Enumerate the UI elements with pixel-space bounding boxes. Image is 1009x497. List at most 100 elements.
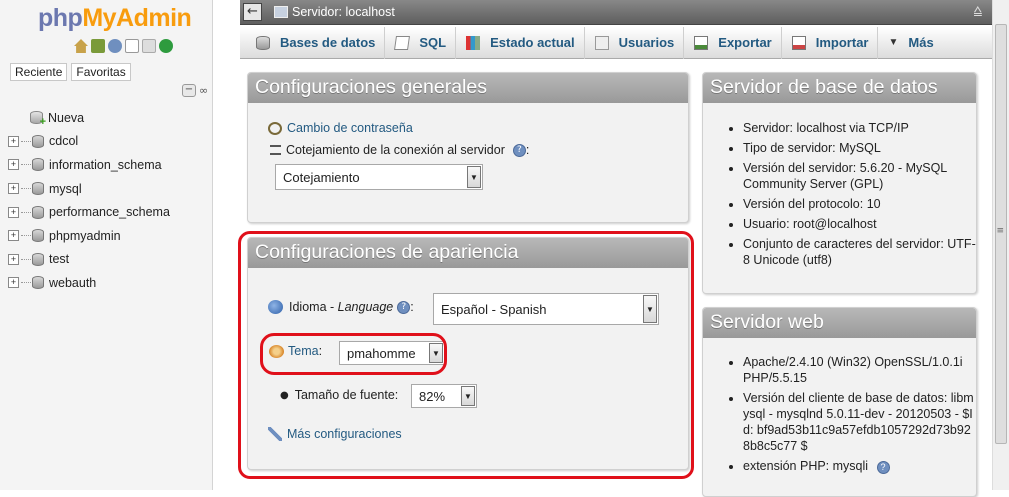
language-separator: - xyxy=(326,300,338,314)
chevron-down-icon: ▼ xyxy=(461,386,475,406)
help-icon[interactable]: ? xyxy=(397,300,411,314)
database-icon xyxy=(32,252,44,266)
theme-value: pmahomme xyxy=(347,345,416,361)
import-icon xyxy=(791,35,806,50)
tree-item-test[interactable]: + test xyxy=(8,248,170,272)
home-icon[interactable] xyxy=(74,39,88,53)
font-size-select[interactable]: 82% ▼ xyxy=(411,384,477,408)
reload-icon[interactable] xyxy=(159,39,173,53)
font-size-label: Tamaño de fuente: xyxy=(294,388,399,402)
expand-icon[interactable]: + xyxy=(8,159,19,171)
panel-title: Configuraciones generales xyxy=(248,73,688,103)
database-name[interactable]: cdcol xyxy=(49,134,78,148)
tree-item-information-schema[interactable]: + information_schema xyxy=(8,153,170,177)
language-icon xyxy=(268,300,283,314)
more-settings-link[interactable]: Más configuraciones xyxy=(287,427,402,441)
database-icon xyxy=(32,158,44,172)
top-menu: Bases de datos SQL Estado actual Usuario… xyxy=(240,26,992,59)
phpmyadmin-logo[interactable]: phpMyAdmin xyxy=(38,4,192,33)
chevron-down-icon: ▼ xyxy=(467,166,481,188)
database-name[interactable]: webauth xyxy=(49,276,96,290)
collation-value: Cotejamiento xyxy=(283,169,360,185)
expand-icon[interactable]: + xyxy=(8,206,19,218)
sql-icon xyxy=(394,35,411,50)
collation-select[interactable]: Cotejamiento ▼ xyxy=(275,164,483,190)
settings-icon[interactable] xyxy=(142,39,156,53)
language-select[interactable]: Español - Spanish ▼ xyxy=(433,293,659,325)
tree-item-mysql[interactable]: + mysql xyxy=(8,177,170,201)
database-name[interactable]: information_schema xyxy=(49,158,162,172)
tab-recent[interactable]: Reciente xyxy=(10,63,68,81)
tree-item-phpmyadmin[interactable]: + phpmyadmin xyxy=(8,224,170,248)
menu-sql[interactable]: SQL xyxy=(385,26,457,59)
tree-item-cdcol[interactable]: + cdcol xyxy=(8,130,170,154)
theme-select[interactable]: pmahomme ▼ xyxy=(339,341,445,365)
database-icon xyxy=(32,182,44,196)
collation-icon xyxy=(270,145,281,155)
bullet-icon: ● xyxy=(280,389,289,401)
collapse-all-button[interactable]: − xyxy=(182,84,196,97)
chevron-down-icon: ▼ xyxy=(888,37,899,48)
web-server-panel: Servidor web Apache/2.4.10 (Win32) OpenS… xyxy=(702,307,977,497)
panel-title: Configuraciones de apariencia xyxy=(248,238,688,268)
general-settings-panel: Configuraciones generales Cambio de cont… xyxy=(247,72,689,223)
menu-databases[interactable]: Bases de datos xyxy=(246,26,386,59)
menu-more[interactable]: ▼ Más xyxy=(878,27,942,59)
menu-import[interactable]: Importar xyxy=(782,26,879,59)
panel-title: Servidor de base de datos xyxy=(703,73,976,103)
theme-icon xyxy=(269,344,284,358)
help-icon[interactable]: ? xyxy=(512,143,526,157)
language-value: Español - Spanish xyxy=(441,301,547,317)
link-with-main-icon[interactable]: ∞ xyxy=(199,84,208,97)
breadcrumb[interactable]: Servidor: localhost xyxy=(274,5,395,19)
database-name[interactable]: mysql xyxy=(49,182,82,196)
database-tree: Nueva + cdcol + information_schema + mys… xyxy=(8,106,170,295)
scrollbar[interactable]: ≡ xyxy=(992,0,1009,490)
panel-title: Servidor web xyxy=(703,308,976,338)
expand-icon[interactable]: + xyxy=(8,253,19,265)
new-database-icon xyxy=(30,111,46,128)
list-item: Tipo de servidor: MySQL xyxy=(743,140,976,156)
theme-label[interactable]: Tema xyxy=(288,344,319,358)
server-icon xyxy=(274,6,288,18)
help-icon[interactable] xyxy=(108,39,122,53)
nav-resizer[interactable] xyxy=(214,0,240,490)
list-item: Versión del cliente de base de datos: li… xyxy=(743,390,976,454)
docs-icon[interactable] xyxy=(125,39,139,53)
chevron-down-icon: ▼ xyxy=(643,295,657,323)
tree-item-performance-schema[interactable]: + performance_schema xyxy=(8,200,170,224)
tree-item-webauth[interactable]: + webauth xyxy=(8,271,170,295)
tree-item-new[interactable]: Nueva xyxy=(8,106,170,130)
back-arrow-icon[interactable]: ← xyxy=(243,3,262,21)
expand-icon[interactable]: + xyxy=(8,183,19,195)
database-name[interactable]: phpmyadmin xyxy=(49,229,121,243)
logo-php-text: php xyxy=(38,4,83,32)
database-icon xyxy=(32,205,44,219)
collapse-topbar-icon[interactable]: ⩠ xyxy=(973,3,982,19)
database-name[interactable]: test xyxy=(49,252,69,266)
tab-favorites[interactable]: Favoritas xyxy=(71,63,131,81)
list-item: Conjunto de caracteres del servidor: UTF… xyxy=(743,236,976,268)
menu-label: Más xyxy=(908,35,934,50)
menu-status[interactable]: Estado actual xyxy=(456,26,585,59)
menu-label: Exportar xyxy=(718,35,772,50)
change-password-link[interactable]: Cambio de contraseña xyxy=(287,121,413,135)
menu-export[interactable]: Exportar xyxy=(684,26,782,59)
database-name[interactable]: performance_schema xyxy=(49,205,170,219)
language-label: Idioma xyxy=(289,300,327,314)
list-item: extensión PHP: mysqli ? xyxy=(743,458,976,474)
expand-icon[interactable]: + xyxy=(8,135,19,147)
menu-users[interactable]: Usuarios xyxy=(585,26,685,59)
theme-colon: : xyxy=(318,344,323,358)
nav-icon-bar xyxy=(74,39,173,53)
expand-icon[interactable]: + xyxy=(8,277,19,289)
export-icon xyxy=(694,35,709,50)
database-icon xyxy=(256,35,270,50)
menu-label: Importar xyxy=(815,35,869,50)
logout-icon[interactable] xyxy=(91,39,105,53)
main-content: ← Servidor: localhost ⩠ Bases de datos S… xyxy=(238,0,1009,497)
expand-icon[interactable]: + xyxy=(8,230,19,242)
breadcrumb-server[interactable]: Servidor: localhost xyxy=(292,5,395,19)
list-item: Versión del servidor: 5.6.20 - MySQL Com… xyxy=(743,160,976,192)
help-icon[interactable]: ? xyxy=(876,461,890,474)
